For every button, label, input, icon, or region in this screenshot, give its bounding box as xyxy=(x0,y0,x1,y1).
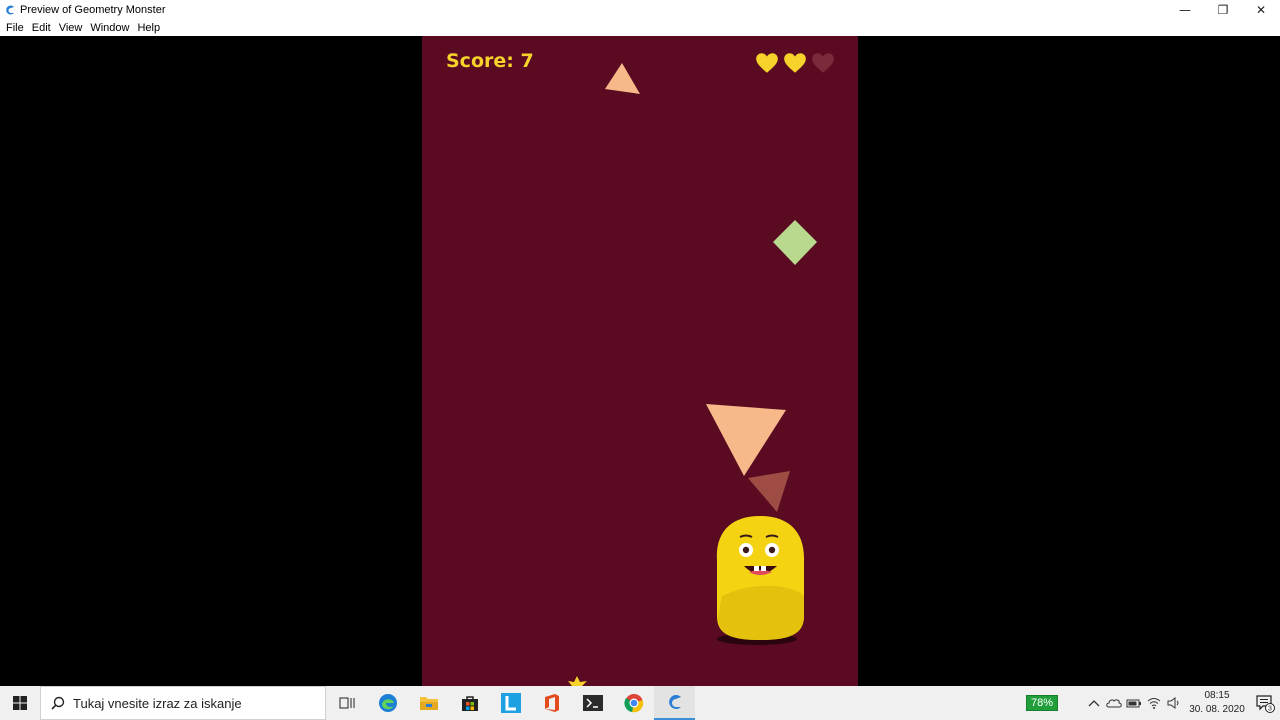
game-shapes xyxy=(568,63,817,686)
start-button[interactable] xyxy=(0,686,40,720)
star-sparkle xyxy=(568,676,587,686)
task-view-button[interactable] xyxy=(326,686,367,720)
wifi-icon xyxy=(1147,698,1161,709)
lives-hearts xyxy=(754,50,836,76)
menu-file[interactable]: File xyxy=(2,22,28,34)
terminal-button[interactable] xyxy=(572,686,613,720)
heart-full-icon xyxy=(756,53,778,73)
close-button[interactable]: ✕ xyxy=(1242,0,1280,20)
geometry-preview-button[interactable] xyxy=(654,686,695,720)
falling-triangle-large xyxy=(706,404,786,476)
battery-icon xyxy=(1126,699,1141,708)
chrome-icon xyxy=(623,694,643,713)
menu-edit[interactable]: Edit xyxy=(28,22,55,34)
preview-stage: Score: 7 xyxy=(0,36,1280,686)
office-button[interactable] xyxy=(531,686,572,720)
l-app-icon xyxy=(500,693,521,713)
menu-bar: File Edit View Window Help xyxy=(0,20,1280,36)
task-view-icon xyxy=(339,697,354,709)
action-center-button[interactable]: 3 xyxy=(1250,686,1280,720)
minimize-button[interactable]: — xyxy=(1166,0,1204,20)
menu-window[interactable]: Window xyxy=(86,22,133,34)
battery-percentage: 78% xyxy=(1025,695,1058,711)
monster-pupil-left xyxy=(742,546,750,554)
monster-tooth-left xyxy=(754,566,759,571)
notification-icon: 3 xyxy=(1256,695,1275,713)
notification-count: 3 xyxy=(1268,706,1272,713)
menu-help[interactable]: Help xyxy=(133,22,164,34)
onedrive-button[interactable] xyxy=(1104,686,1124,720)
l-app-button[interactable] xyxy=(490,686,531,720)
windows-logo-icon xyxy=(13,696,27,710)
cloud-icon xyxy=(1106,699,1122,708)
clock-time: 08:15 xyxy=(1204,690,1230,701)
taskbar-clock[interactable]: 08:15 30. 08. 2020 xyxy=(1184,689,1250,717)
taskbar: Tukaj vnesite izraz za iskanje 78% 08:15… xyxy=(0,686,1280,720)
volume-button[interactable] xyxy=(1164,686,1184,720)
file-explorer-button[interactable] xyxy=(408,686,449,720)
search-placeholder: Tukaj vnesite izraz za iskanje xyxy=(73,695,242,711)
heart-full-icon xyxy=(784,53,806,73)
restore-button[interactable]: ❐ xyxy=(1204,0,1242,20)
store-icon xyxy=(461,696,478,711)
falling-diamond xyxy=(773,220,817,265)
office-icon xyxy=(544,694,559,712)
edge-button[interactable] xyxy=(367,686,408,720)
falling-triangle xyxy=(605,63,640,94)
score-label: Score: 7 xyxy=(446,50,534,72)
app-icon xyxy=(6,5,14,15)
taskbar-search-box[interactable]: Tukaj vnesite izraz za iskanje xyxy=(40,686,326,720)
search-icon xyxy=(51,696,65,710)
speaker-icon xyxy=(1167,697,1179,709)
system-tray: 78% 08:15 30. 08. 2020 3 xyxy=(1025,686,1280,720)
edge-icon xyxy=(378,694,397,712)
show-hidden-icons-button[interactable] xyxy=(1084,686,1104,720)
window-title: Preview of Geometry Monster xyxy=(20,4,166,16)
terminal-icon xyxy=(582,695,603,711)
game-canvas[interactable]: Score: 7 xyxy=(422,36,858,686)
chevron-up-icon xyxy=(1088,700,1100,707)
monster-tooth-right xyxy=(761,566,766,571)
chrome-button[interactable] xyxy=(613,686,654,720)
store-button[interactable] xyxy=(449,686,490,720)
geometry-preview-icon xyxy=(668,695,681,709)
window-title-bar: Preview of Geometry Monster — ❐ ✕ xyxy=(0,0,1280,20)
clock-date: 30. 08. 2020 xyxy=(1189,704,1245,715)
heart-empty-icon xyxy=(812,53,834,73)
menu-view[interactable]: View xyxy=(55,22,87,34)
wifi-button[interactable] xyxy=(1144,686,1164,720)
battery-button[interactable] xyxy=(1124,686,1144,720)
file-explorer-icon xyxy=(419,697,438,710)
monster-pupil-right xyxy=(768,546,776,554)
monster-belly-shade xyxy=(718,585,804,640)
falling-triangle-small xyxy=(748,471,790,512)
